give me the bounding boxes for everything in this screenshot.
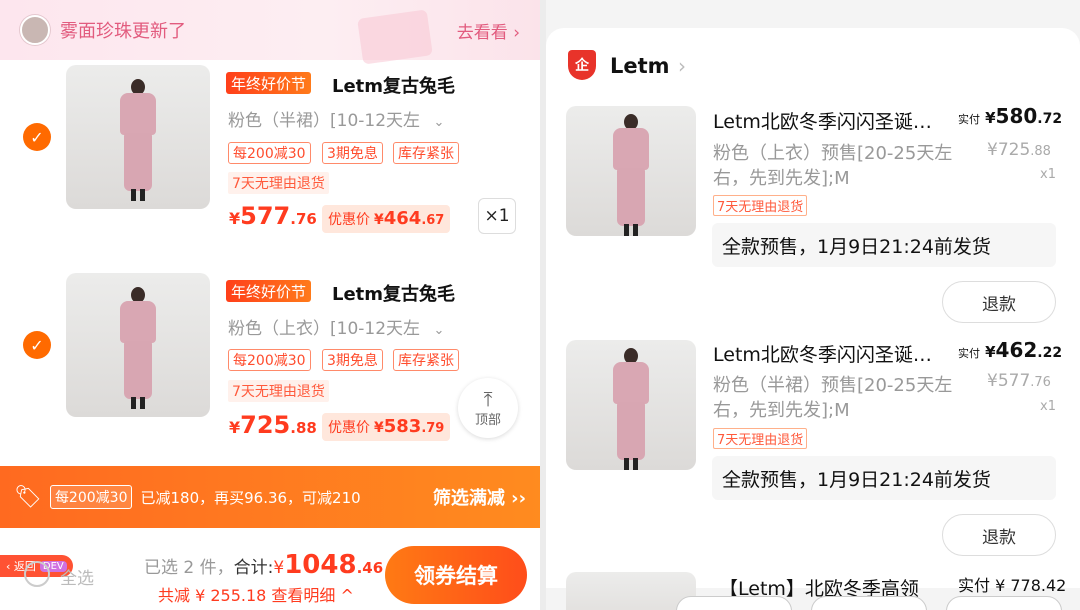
select-all-radio[interactable]	[24, 561, 50, 587]
savings-detail-link[interactable]: 共减 ¥ 255.18 查看明细 ^	[158, 582, 354, 606]
bottom-action-button[interactable]	[676, 596, 792, 610]
product-image[interactable]	[566, 340, 696, 470]
item-price: ¥725.88	[229, 411, 317, 439]
quantity: x1	[1040, 167, 1056, 182]
product-image[interactable]	[66, 273, 210, 417]
notice-decoration	[357, 9, 433, 65]
chip-installment: 3期免息	[322, 349, 383, 371]
model-figure	[120, 79, 156, 203]
check-icon[interactable]: ✓	[23, 123, 51, 151]
original-price: ¥725.88	[987, 140, 1051, 160]
return-policy: 7天无理由退货	[228, 380, 329, 402]
shop-name[interactable]: Letm	[610, 54, 670, 78]
model-figure	[613, 348, 649, 472]
select-all-label[interactable]: 全选	[60, 564, 94, 589]
paid-amount: 实付 ¥580.72	[958, 104, 1063, 128]
cart-panel: 雾面珍珠更新了 去看看 › ✓ 年终好价节 Letm复古兔毛 粉色（半裙）[10…	[0, 0, 540, 610]
cart-item: ✓ 年终好价节 Letm复古兔毛 粉色（半裙）[10-12天左 ⌄ 每200减3…	[0, 60, 540, 250]
sku-text: 粉色（半裙）预售[20-25天左右，先到先发];M	[713, 375, 953, 421]
chip-discount: 每200减30	[228, 142, 311, 164]
screenshot-root: 雾面珍珠更新了 去看看 › ✓ 年终好价节 Letm复古兔毛 粉色（半裙）[10…	[0, 0, 1080, 610]
return-policy: 7天无理由退货	[713, 428, 808, 449]
product-title[interactable]: Letm复古兔毛	[332, 280, 455, 306]
back-to-top-label: 顶部	[474, 412, 501, 428]
quantity: x1	[1040, 399, 1056, 414]
sku-text: 粉色（半裙）[10-12天左	[228, 111, 421, 131]
avatar	[20, 15, 50, 45]
ticket-icon: 🏷	[14, 484, 42, 510]
discount-price: 优惠价 ¥583.79	[322, 413, 451, 441]
chip-discount: 每200减30	[228, 349, 311, 371]
checkout-button[interactable]: 领券结算	[385, 546, 527, 604]
chevron-right-icon[interactable]: ›	[678, 54, 686, 78]
sku-selector[interactable]: 粉色（上衣）[10-12天左 ⌄	[228, 314, 444, 339]
product-title[interactable]: Letm北欧冬季闪闪圣诞…	[713, 107, 932, 134]
back-to-top-button[interactable]: ⤒ 顶部	[458, 378, 518, 438]
paid-amount: 实付 ¥ 778.42	[958, 576, 1067, 595]
discount-price: 优惠价 ¥464.67	[322, 205, 451, 233]
shop-badge-icon: 企	[568, 50, 596, 80]
notice-text: 雾面珍珠更新了	[60, 21, 186, 42]
product-image[interactable]	[66, 65, 210, 209]
item-price: ¥577.76	[229, 202, 317, 230]
chip-installment: 3期免息	[322, 142, 383, 164]
shipping-info: 全款预售，1月9日21:24前发货	[712, 223, 1056, 267]
model-figure	[120, 287, 156, 411]
refund-button[interactable]: 退款	[942, 281, 1056, 323]
refund-button[interactable]: 退款	[942, 514, 1056, 556]
original-price: ¥577.76	[987, 371, 1051, 391]
promo-badge: 年终好价节	[226, 72, 312, 94]
chevron-down-icon: ⌄	[433, 323, 445, 338]
chip-low-stock: 库存紧张	[393, 349, 459, 371]
filter-promo-link[interactable]: 筛选满减 ››	[433, 484, 526, 510]
sku-text: 粉色（上衣）[10-12天左	[228, 319, 421, 339]
selection-summary: 已选 2 件，合计:¥1048.46	[144, 550, 384, 580]
promo-chip: 每200减30	[49, 485, 133, 509]
sku-selector[interactable]: 粉色（半裙）[10-12天左 ⌄	[228, 106, 444, 131]
promo-bar[interactable]: 🏷 每200减30 已减180，再买96.36，可减210 筛选满减 ››	[0, 466, 540, 528]
quantity-button[interactable]: ×1	[478, 198, 516, 234]
promo-text: 已减180，再买96.36，可减210	[140, 488, 361, 507]
return-policy: 7天无理由退货	[228, 172, 329, 194]
product-title[interactable]: Letm复古兔毛	[332, 72, 455, 98]
order-panel: 企 Letm › Letm北欧冬季闪闪圣诞… 实付 ¥580.72 粉色（上衣）…	[546, 0, 1080, 610]
sku-text: 粉色（上衣）预售[20-25天左右，先到先发];M	[713, 143, 953, 189]
cart-item: ✓ 年终好价节 Letm复古兔毛 粉色（上衣）[10-12天左 ⌄ 每200减3…	[0, 270, 540, 460]
notice-go-link[interactable]: 去看看 ›	[457, 18, 520, 43]
check-icon[interactable]: ✓	[23, 331, 51, 359]
update-notice[interactable]: 雾面珍珠更新了 去看看 ›	[0, 0, 540, 65]
chip-low-stock: 库存紧张	[393, 142, 459, 164]
paid-amount: 实付 ¥462.22	[958, 338, 1063, 362]
model-figure	[613, 114, 649, 238]
product-title[interactable]: Letm北欧冬季闪闪圣诞…	[713, 340, 932, 367]
arrow-up-icon: ⤒	[483, 386, 493, 411]
chevron-down-icon: ⌄	[433, 115, 445, 130]
product-image[interactable]	[566, 106, 696, 236]
return-policy: 7天无理由退货	[713, 195, 808, 216]
shipping-info: 全款预售，1月9日21:24前发货	[712, 456, 1056, 500]
promo-badge: 年终好价节	[226, 280, 312, 302]
bottom-action-button[interactable]	[811, 596, 927, 610]
bottom-action-button[interactable]	[946, 596, 1062, 610]
